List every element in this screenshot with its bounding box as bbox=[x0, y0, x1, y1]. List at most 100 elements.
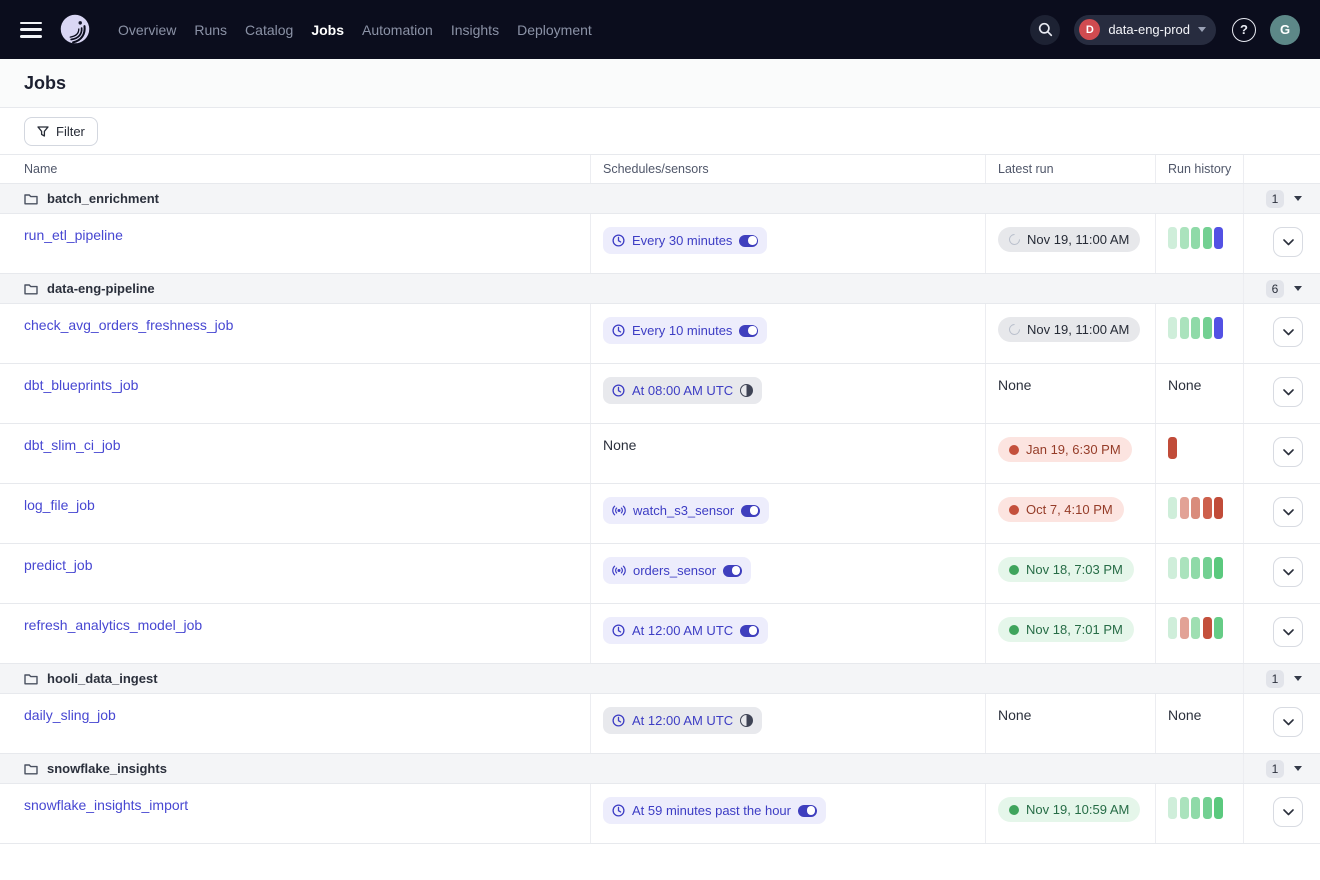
run-in-progress-spinner-icon bbox=[1007, 232, 1023, 248]
schedule-label: At 12:00 AM UTC bbox=[632, 713, 733, 728]
jobs-table: Name Schedules/sensors Latest run Run hi… bbox=[0, 155, 1320, 844]
job-link[interactable]: dbt_slim_ci_job bbox=[24, 437, 121, 453]
clock-icon bbox=[612, 624, 625, 637]
toggle-off-icon[interactable] bbox=[740, 384, 753, 397]
deployment-initial-badge: D bbox=[1079, 19, 1100, 40]
group-row-hooli-data-ingest[interactable]: hooli_data_ingest 1 bbox=[0, 664, 1320, 694]
toggle-on-icon[interactable] bbox=[740, 625, 759, 637]
job-link[interactable]: daily_sling_job bbox=[24, 707, 116, 723]
latest-run-pill[interactable]: Oct 7, 4:10 PM bbox=[998, 497, 1124, 522]
nav-item-jobs[interactable]: Jobs bbox=[311, 22, 344, 38]
job-link[interactable]: check_avg_orders_freshness_job bbox=[24, 317, 233, 333]
group-row-data-eng-pipeline[interactable]: data-eng-pipeline 6 bbox=[0, 274, 1320, 304]
filter-label: Filter bbox=[56, 124, 85, 139]
expand-row-button[interactable] bbox=[1273, 437, 1303, 467]
expand-row-button[interactable] bbox=[1273, 317, 1303, 347]
toggle-off-icon[interactable] bbox=[740, 714, 753, 727]
run-history-bars[interactable] bbox=[1168, 497, 1223, 519]
dagster-logo-icon[interactable] bbox=[56, 11, 94, 49]
latest-run-pill[interactable]: Nov 19, 11:00 AM bbox=[998, 227, 1140, 252]
help-button[interactable]: ? bbox=[1232, 18, 1256, 42]
page-header: Jobs bbox=[0, 59, 1320, 108]
toggle-on-icon[interactable] bbox=[798, 805, 817, 817]
column-header-schedules: Schedules/sensors bbox=[590, 155, 985, 183]
group-row-batch-enrichment[interactable]: batch_enrichment 1 bbox=[0, 184, 1320, 214]
expand-row-button[interactable] bbox=[1273, 377, 1303, 407]
latest-run-pill[interactable]: Nov 18, 7:01 PM bbox=[998, 617, 1134, 642]
run-history-bars[interactable] bbox=[1168, 317, 1223, 339]
schedule-label: At 08:00 AM UTC bbox=[632, 383, 733, 398]
job-row-daily-sling: daily_sling_job At 12:00 AM UTC None Non… bbox=[0, 694, 1320, 754]
expand-row-button[interactable] bbox=[1273, 617, 1303, 647]
schedule-pill[interactable]: Every 30 minutes bbox=[603, 227, 767, 254]
schedule-label: At 59 minutes past the hour bbox=[632, 803, 791, 818]
latest-run-pill[interactable]: Nov 18, 7:03 PM bbox=[998, 557, 1134, 582]
collapse-caret-icon[interactable] bbox=[1294, 676, 1302, 681]
job-link[interactable]: snowflake_insights_import bbox=[24, 797, 188, 813]
schedule-label: Every 30 minutes bbox=[632, 233, 732, 248]
sensor-pill[interactable]: watch_s3_sensor bbox=[603, 497, 769, 524]
expand-row-button[interactable] bbox=[1273, 227, 1303, 257]
latest-run-time: Nov 19, 11:00 AM bbox=[1027, 232, 1129, 247]
sensor-pill[interactable]: orders_sensor bbox=[603, 557, 751, 584]
job-link[interactable]: refresh_analytics_model_job bbox=[24, 617, 202, 633]
toggle-on-icon[interactable] bbox=[739, 325, 758, 337]
latest-run-pill[interactable]: Nov 19, 10:59 AM bbox=[998, 797, 1140, 822]
nav-item-automation[interactable]: Automation bbox=[362, 22, 433, 38]
expand-row-button[interactable] bbox=[1273, 557, 1303, 587]
clock-icon bbox=[612, 384, 625, 397]
latest-run-time: Jan 19, 6:30 PM bbox=[1026, 442, 1121, 457]
nav-item-insights[interactable]: Insights bbox=[451, 22, 499, 38]
search-button[interactable] bbox=[1030, 15, 1060, 45]
toggle-on-icon[interactable] bbox=[741, 505, 760, 517]
run-history-bars[interactable] bbox=[1168, 227, 1223, 249]
run-history-bars[interactable] bbox=[1168, 617, 1223, 639]
clock-icon bbox=[612, 804, 625, 817]
filter-button[interactable]: Filter bbox=[24, 117, 98, 146]
group-row-snowflake-insights[interactable]: snowflake_insights 1 bbox=[0, 754, 1320, 784]
toggle-on-icon[interactable] bbox=[723, 565, 742, 577]
hamburger-menu-icon[interactable] bbox=[20, 22, 42, 38]
expand-row-button[interactable] bbox=[1273, 797, 1303, 827]
nav-item-overview[interactable]: Overview bbox=[118, 22, 176, 38]
schedule-pill[interactable]: Every 10 minutes bbox=[603, 317, 767, 344]
job-link[interactable]: predict_job bbox=[24, 557, 93, 573]
run-history-bars[interactable] bbox=[1168, 557, 1223, 579]
run-history-bars[interactable] bbox=[1168, 797, 1223, 819]
latest-run-pill[interactable]: Jan 19, 6:30 PM bbox=[998, 437, 1132, 462]
run-history-none: None bbox=[1168, 377, 1201, 393]
schedule-pill-disabled[interactable]: At 08:00 AM UTC bbox=[603, 377, 762, 404]
sensor-label: watch_s3_sensor bbox=[633, 503, 734, 518]
group-name: hooli_data_ingest bbox=[47, 671, 158, 686]
run-history-none: None bbox=[1168, 707, 1201, 723]
expand-row-button[interactable] bbox=[1273, 497, 1303, 527]
chevron-down-icon bbox=[1198, 27, 1206, 32]
job-link[interactable]: log_file_job bbox=[24, 497, 95, 513]
sensor-signal-icon bbox=[612, 564, 626, 577]
schedule-pill[interactable]: At 12:00 AM UTC bbox=[603, 617, 768, 644]
page-title: Jobs bbox=[24, 73, 66, 94]
nav-item-runs[interactable]: Runs bbox=[194, 22, 227, 38]
clock-icon bbox=[612, 234, 625, 247]
group-name: snowflake_insights bbox=[47, 761, 167, 776]
nav-item-catalog[interactable]: Catalog bbox=[245, 22, 293, 38]
toggle-on-icon[interactable] bbox=[739, 235, 758, 247]
latest-run-pill[interactable]: Nov 19, 11:00 AM bbox=[998, 317, 1140, 342]
collapse-caret-icon[interactable] bbox=[1294, 196, 1302, 201]
deployment-switcher[interactable]: D data-eng-prod bbox=[1074, 15, 1216, 45]
job-link[interactable]: run_etl_pipeline bbox=[24, 227, 123, 243]
schedule-pill-disabled[interactable]: At 12:00 AM UTC bbox=[603, 707, 762, 734]
collapse-caret-icon[interactable] bbox=[1294, 286, 1302, 291]
user-avatar[interactable]: G bbox=[1270, 15, 1300, 45]
collapse-caret-icon[interactable] bbox=[1294, 766, 1302, 771]
nav-item-deployment[interactable]: Deployment bbox=[517, 22, 592, 38]
column-header-run-history: Run history bbox=[1155, 155, 1243, 183]
job-link[interactable]: dbt_blueprints_job bbox=[24, 377, 138, 393]
latest-run-time: Nov 18, 7:03 PM bbox=[1026, 562, 1123, 577]
job-row-refresh-analytics-model: refresh_analytics_model_job At 12:00 AM … bbox=[0, 604, 1320, 664]
run-history-bars[interactable] bbox=[1168, 437, 1177, 459]
column-header-name: Name bbox=[0, 155, 590, 183]
expand-row-button[interactable] bbox=[1273, 707, 1303, 737]
schedule-pill[interactable]: At 59 minutes past the hour bbox=[603, 797, 826, 824]
schedule-label: Every 10 minutes bbox=[632, 323, 732, 338]
